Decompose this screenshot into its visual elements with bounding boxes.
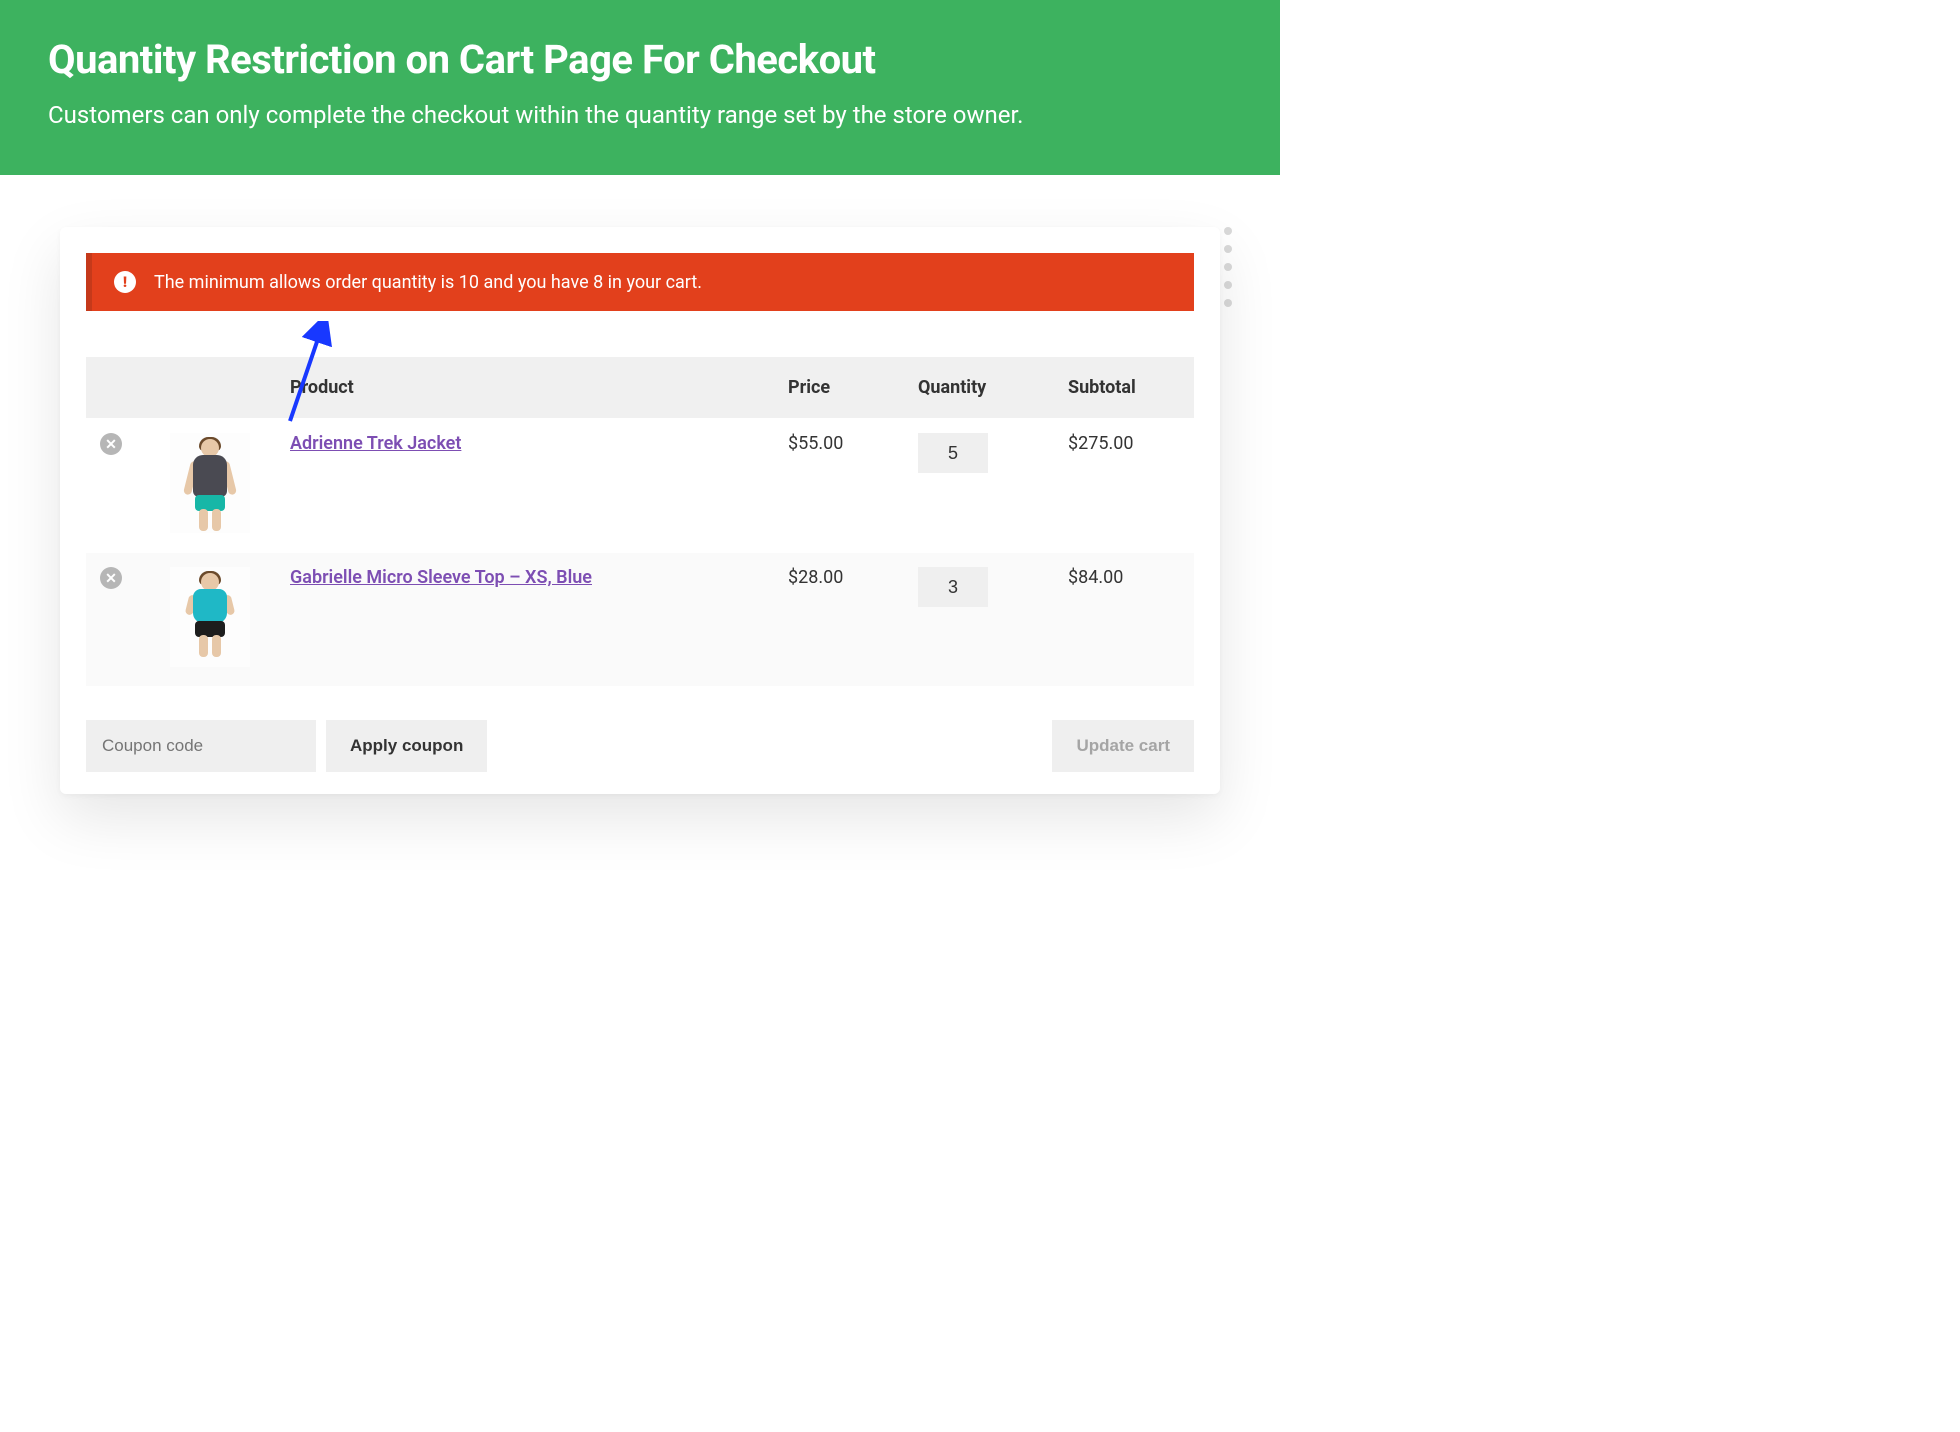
- apply-coupon-button[interactable]: Apply coupon: [326, 720, 487, 772]
- update-cart-button[interactable]: Update cart: [1052, 720, 1194, 772]
- close-icon: ✕: [105, 571, 117, 585]
- product-link[interactable]: Adrienne Trek Jacket: [290, 433, 461, 454]
- error-notice: ! The minimum allows order quantity is 1…: [86, 253, 1194, 311]
- remove-item-button[interactable]: ✕: [100, 433, 122, 455]
- hero-banner: Quantity Restriction on Cart Page For Ch…: [0, 0, 1280, 175]
- close-icon: ✕: [105, 437, 117, 451]
- cart-actions-row: Apply coupon Update cart: [86, 720, 1194, 772]
- price-cell: $55.00: [774, 419, 904, 553]
- col-price-header: Price: [774, 357, 904, 419]
- cart-card: ! The minimum allows order quantity is 1…: [60, 227, 1220, 794]
- table-row: ✕ A: [86, 419, 1194, 553]
- col-subtotal-header: Subtotal: [1054, 357, 1194, 419]
- subtotal-cell: $84.00: [1054, 553, 1194, 687]
- error-notice-text: The minimum allows order quantity is 10 …: [154, 272, 702, 293]
- price-cell: $28.00: [774, 553, 904, 687]
- alert-icon: !: [114, 271, 136, 293]
- col-remove-header: [86, 357, 156, 419]
- subtotal-cell: $275.00: [1054, 419, 1194, 553]
- product-link[interactable]: Gabrielle Micro Sleeve Top – XS, Blue: [290, 567, 592, 588]
- coupon-code-input[interactable]: [86, 720, 316, 772]
- table-row: ✕ G: [86, 553, 1194, 687]
- col-quantity-header: Quantity: [904, 357, 1054, 419]
- product-thumbnail[interactable]: [170, 567, 250, 667]
- stage: ! The minimum allows order quantity is 1…: [0, 175, 1280, 824]
- col-thumb-header: [156, 357, 276, 419]
- quantity-stepper[interactable]: [918, 567, 988, 607]
- product-thumbnail[interactable]: [170, 433, 250, 533]
- hero-title: Quantity Restriction on Cart Page For Ch…: [48, 36, 1232, 83]
- quantity-stepper[interactable]: [918, 433, 988, 473]
- hero-subtitle: Customers can only complete the checkout…: [48, 101, 1232, 129]
- remove-item-button[interactable]: ✕: [100, 567, 122, 589]
- cart-table: Product Price Quantity Subtotal ✕: [86, 357, 1194, 686]
- col-product-header: Product: [276, 357, 774, 419]
